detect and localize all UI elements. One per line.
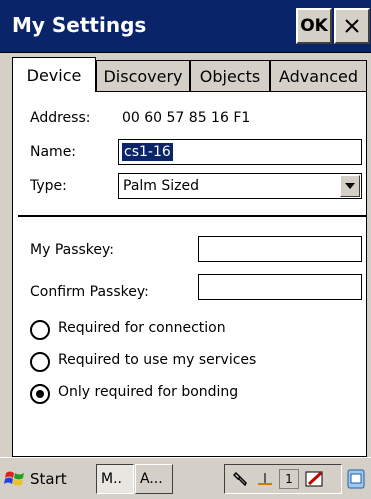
confirm-passkey-label: Confirm Passkey: xyxy=(30,284,149,300)
system-tray: 1 xyxy=(224,464,342,494)
title-bar: My Settings OK xyxy=(0,0,371,53)
close-button[interactable] xyxy=(334,8,370,44)
my-passkey-input[interactable] xyxy=(198,236,362,262)
radio-label-connection: Required for connection xyxy=(58,320,226,336)
radio-required-bonding[interactable] xyxy=(30,384,50,404)
tab-discovery[interactable]: Discovery xyxy=(96,60,190,91)
windows-flag-icon xyxy=(4,471,24,486)
start-button[interactable]: Start xyxy=(4,462,92,496)
chevron-down-icon xyxy=(345,183,355,189)
taskbar: Start M.. A... 1 xyxy=(0,457,371,499)
volume-icon[interactable] xyxy=(255,469,275,489)
my-passkey-label: My Passkey: xyxy=(30,242,114,258)
name-label: Name: xyxy=(30,144,77,160)
dropdown-button[interactable] xyxy=(340,175,360,197)
number-indicator[interactable]: 1 xyxy=(279,469,299,489)
radio-required-services[interactable] xyxy=(30,352,50,372)
task-button-my-settings[interactable]: M.. xyxy=(96,464,134,494)
pen-icon[interactable] xyxy=(305,469,325,489)
tab-objects[interactable]: Objects xyxy=(190,60,270,91)
radio-label-services: Required to use my services xyxy=(58,352,257,368)
name-value: cs1-16 xyxy=(122,143,173,161)
name-field[interactable]: cs1-16 xyxy=(118,139,362,165)
tab-device[interactable]: Device xyxy=(12,57,96,92)
radio-selected-dot xyxy=(36,390,44,398)
radio-label-bonding: Only required for bonding xyxy=(58,384,239,400)
confirm-passkey-input[interactable] xyxy=(198,274,362,300)
type-dropdown[interactable]: Palm Sized xyxy=(118,173,362,199)
type-value: Palm Sized xyxy=(123,178,199,194)
divider xyxy=(18,215,367,217)
tab-advanced[interactable]: Advanced xyxy=(270,60,367,91)
address-label: Address: xyxy=(30,110,91,126)
connectivity-icon[interactable] xyxy=(231,469,251,489)
task-button-a[interactable]: A... xyxy=(135,464,173,494)
close-icon xyxy=(345,19,359,33)
radio-required-connection[interactable] xyxy=(30,320,50,340)
ok-button[interactable]: OK xyxy=(296,8,332,44)
input-panel-button[interactable] xyxy=(344,464,368,494)
window-title: My Settings xyxy=(12,13,147,37)
keyboard-icon xyxy=(347,469,365,489)
type-label: Type: xyxy=(30,178,67,194)
address-value: 00 60 57 85 16 F1 xyxy=(122,110,251,126)
start-label: Start xyxy=(30,470,67,488)
